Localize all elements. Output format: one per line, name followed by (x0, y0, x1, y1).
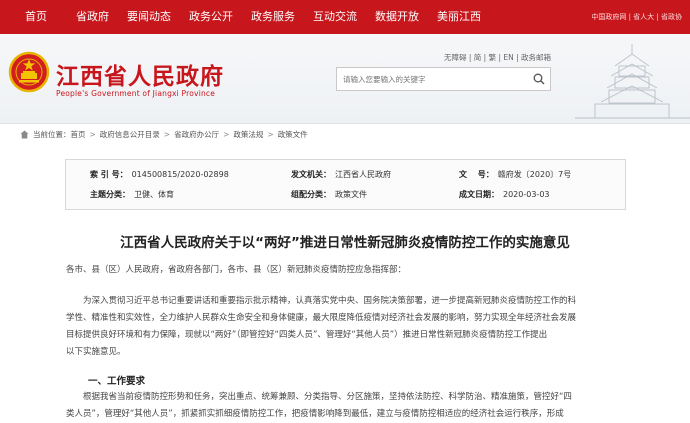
nav-item-province-gov[interactable]: 省政府 (67, 0, 118, 34)
meta-genre-value: 政策文件 (335, 190, 367, 199)
meta-index-value: 014500815/2020-02898 (131, 170, 229, 179)
breadcrumb-separator: > (89, 129, 96, 139)
meta-genre-label: 组配分类： (291, 190, 331, 199)
meta-issuer-label: 发文机关： (291, 170, 331, 179)
breadcrumb-separator: > (163, 129, 171, 139)
site-subtitle: People's Government of Jiangxi Province (56, 89, 216, 98)
article-paragraph-1-line-4: 以下实施意见。 (66, 347, 126, 357)
article-paragraph-1-line-3: 目标提供良好环境和有力保障，现就以“两好”（即管控好“四类人员”、管理好“其他人… (66, 330, 548, 340)
meta-topic-value: 卫健、体育 (134, 190, 174, 199)
breadcrumb-separator: > (223, 129, 230, 139)
nav-item-open-data[interactable]: 数据开放 (366, 0, 428, 34)
meta-date: 成文日期： 2020-03-03 (459, 189, 550, 200)
meta-issuer-value: 江西省人民政府 (335, 170, 391, 179)
breadcrumb-item-policy-docs[interactable]: 政策文件 (278, 129, 308, 140)
breadcrumb-separator: > (267, 129, 274, 139)
quick-links[interactable]: 无障碍 | 简 | 繁 | EN | 政务邮箱 (444, 52, 551, 63)
breadcrumb-item-home[interactable]: 首页 (71, 129, 86, 140)
nav-item-gov-services[interactable]: 政务服务 (242, 0, 304, 34)
meta-date-label: 成文日期： (459, 190, 499, 199)
nav-external-links[interactable]: 中国政府网 | 省人大 | 省政协 (591, 0, 682, 34)
breadcrumb-label: 当前位置： (33, 129, 71, 139)
meta-topic-label: 主题分类： (90, 190, 130, 199)
meta-index-label: 索 引 号： (90, 170, 128, 179)
nav-item-interaction[interactable]: 互动交流 (304, 0, 366, 34)
search-icon (533, 73, 545, 85)
meta-date-value: 2020-03-03 (503, 190, 550, 199)
national-emblem-icon (8, 51, 50, 93)
section-heading: 一、工作要求 (88, 376, 146, 387)
nav-item-beautiful-jiangxi[interactable]: 美丽江西 (428, 0, 490, 34)
article-paragraph-2-line-1: 根据我省当前疫情防控形势和任务，突出重点、统筹兼顾、分类指导、分区施策，坚持依法… (83, 392, 572, 402)
meta-docno-label: 文 号： (459, 170, 494, 179)
nav-item-home[interactable]: 首页 (0, 0, 67, 34)
article-salutation: 各市、县（区）人民政府，省政府各部门，各市、县（区）新冠肺炎疫情防控应急指挥部： (66, 265, 407, 275)
top-nav: 首页 省政府 要闻动态 政务公开 政务服务 互动交流 数据开放 美丽江西 中国政… (0, 0, 690, 34)
meta-topic: 主题分类： 卫健、体育 (90, 189, 174, 200)
breadcrumb-item-info-catalog[interactable]: 政府信息公开目录 (100, 129, 160, 140)
meta-docno: 文 号： 赣府发〔2020〕7号 (459, 169, 571, 180)
breadcrumb-item-office[interactable]: 省政府办公厅 (174, 129, 219, 140)
meta-index: 索 引 号： 014500815/2020-02898 (90, 169, 229, 180)
search-button[interactable] (528, 68, 550, 90)
tengwang-pavilion-illustration (575, 44, 690, 119)
site-title: 江西省人民政府 (56, 64, 224, 90)
breadcrumb-item-regulations[interactable]: 政策法规 (233, 129, 263, 140)
document-metadata: 索 引 号： 014500815/2020-02898 发文机关： 江西省人民政府 … (65, 159, 626, 210)
meta-docno-value: 赣府发〔2020〕7号 (497, 170, 572, 179)
article-paragraph-2-line-2: 类人员”，管理好“其他人员”，抓紧抓实抓细疫情防控工作，把疫情影响降到最低，建立… (66, 409, 564, 419)
nav-item-gov-affairs-open[interactable]: 政务公开 (180, 0, 242, 34)
site-header: 江西省人民政府 People's Government of Jiangxi P… (0, 34, 690, 124)
search-box (336, 67, 551, 91)
article-title: 江西省人民政府关于以“两好”推进日常性新冠肺炎疫情防控工作的实施意见 (120, 235, 570, 251)
breadcrumb: 当前位置： 首页 > 政府信息公开目录 > 省政府办公厅 > 政策法规 > 政策… (20, 126, 308, 142)
home-icon (20, 130, 29, 138)
nav-item-news[interactable]: 要闻动态 (118, 0, 180, 34)
article-paragraph-1-line-2: 学性、精准性和实效性，全力维护人民群众生命安全和身体健康，最大限度降低疫情对经济… (66, 313, 577, 323)
meta-genre: 组配分类： 政策文件 (291, 189, 367, 200)
article-paragraph-1-line-1: 为深入贯彻习近平总书记重要讲话和重要指示批示精神，认真落实党中央、国务院决策部署… (83, 296, 577, 306)
meta-issuer: 发文机关： 江西省人民政府 (291, 169, 391, 180)
search-input[interactable] (337, 68, 528, 90)
